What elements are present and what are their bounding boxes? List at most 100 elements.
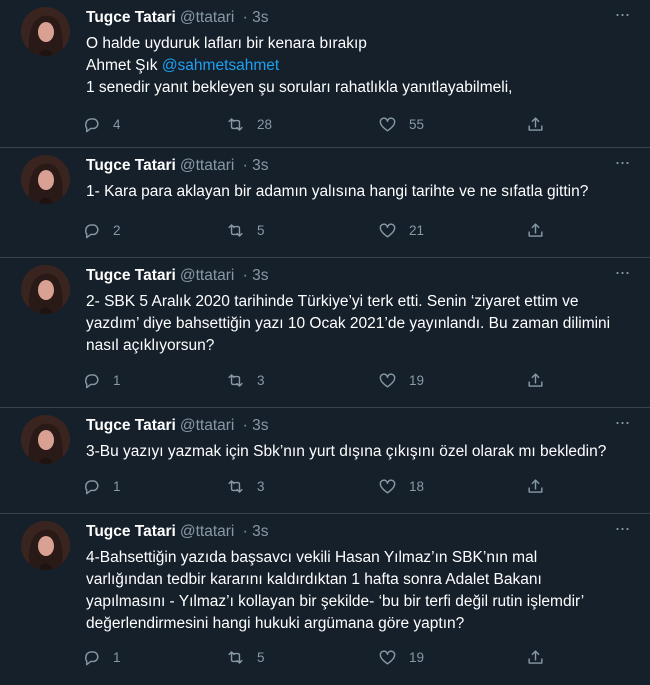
- tweet-text: 4-Bahsettiğin yazıda başsavcı vekili Has…: [86, 547, 631, 635]
- more-options-icon[interactable]: ···: [610, 413, 634, 436]
- retweet-icon: [228, 223, 243, 237]
- heart-icon: [379, 372, 396, 388]
- avatar[interactable]: [21, 265, 70, 314]
- tweet[interactable]: Tugce Tatari @ttatari · 3s ··· 1- Kara pa…: [0, 148, 650, 258]
- timestamp[interactable]: · 3s: [243, 267, 269, 284]
- like-button[interactable]: 18: [378, 476, 424, 496]
- display-name[interactable]: Tugce Tatari: [86, 417, 176, 434]
- reply-button[interactable]: 1: [82, 647, 121, 667]
- like-button[interactable]: 19: [378, 647, 424, 667]
- share-button[interactable]: [526, 220, 545, 240]
- more-options-icon[interactable]: ···: [610, 519, 634, 542]
- timestamp[interactable]: · 3s: [243, 417, 269, 434]
- tweet-line: Ahmet Şık @sahmetsahmet: [86, 55, 631, 77]
- reply-count: 2: [113, 222, 121, 238]
- like-count: 21: [409, 222, 425, 238]
- display-name[interactable]: Tugce Tatari: [86, 9, 176, 26]
- tweet-text: 1- Kara para aklayan bir adamın yalısına…: [86, 181, 631, 203]
- avatar[interactable]: [21, 7, 70, 56]
- retweet-count: 3: [257, 478, 265, 494]
- timestamp[interactable]: · 3s: [243, 523, 269, 540]
- tweet-line: varlığından tedbir kararını kaldırdıktan…: [86, 571, 542, 588]
- retweet-count: 28: [257, 116, 273, 132]
- retweet-button[interactable]: 3: [226, 476, 265, 496]
- like-count: 19: [409, 372, 425, 388]
- reply-button[interactable]: 1: [82, 476, 121, 496]
- share-button[interactable]: [526, 370, 545, 390]
- retweet-count: 5: [257, 649, 265, 665]
- like-button[interactable]: 55: [378, 114, 424, 134]
- reply-button[interactable]: 1: [82, 370, 121, 390]
- display-name[interactable]: Tugce Tatari: [86, 267, 176, 284]
- tweet-actions: 1 3 18: [82, 476, 552, 496]
- tweet-header: Tugce Tatari @ttatari · 3s: [86, 9, 269, 27]
- share-icon: [528, 222, 543, 237]
- share-button[interactable]: [526, 114, 545, 134]
- reply-button[interactable]: 4: [82, 114, 121, 134]
- retweet-icon: [228, 373, 243, 387]
- retweet-icon: [228, 479, 243, 493]
- display-name[interactable]: Tugce Tatari: [86, 157, 176, 174]
- like-count: 18: [409, 478, 425, 494]
- tweet-line: 4-Bahsettiğin yazıda başsavcı vekili Has…: [86, 549, 538, 566]
- user-handle[interactable]: @ttatari: [180, 9, 235, 26]
- heart-icon: [379, 478, 396, 494]
- tweet[interactable]: Tugce Tatari @ttatari · 3s ··· 2- SBK 5 A…: [0, 258, 650, 408]
- tweet-actions: 2 5 21: [82, 220, 552, 240]
- user-handle[interactable]: @ttatari: [180, 267, 235, 284]
- tweet-actions: 1 3 19: [82, 370, 552, 390]
- reply-icon: [85, 117, 99, 132]
- avatar[interactable]: [21, 415, 70, 464]
- timestamp[interactable]: · 3s: [243, 157, 269, 174]
- tweet-actions: 4 28 55: [82, 114, 552, 134]
- reply-icon: [85, 479, 99, 494]
- share-icon: [528, 478, 543, 493]
- share-button[interactable]: [526, 647, 545, 667]
- like-button[interactable]: 21: [378, 220, 424, 240]
- reply-count: 1: [113, 372, 121, 388]
- retweet-icon: [228, 117, 243, 131]
- tweet-line-text: Ahmet Şık: [86, 57, 162, 74]
- tweet-line: 1- Kara para aklayan bir adamın yalısına…: [86, 183, 589, 200]
- tweet-line: 3-Bu yazıyı yazmak için Sbk’nın yurt dış…: [86, 443, 607, 460]
- retweet-count: 5: [257, 222, 265, 238]
- user-handle[interactable]: @ttatari: [180, 417, 235, 434]
- retweet-button[interactable]: 28: [226, 114, 272, 134]
- tweet[interactable]: Tugce Tatari @ttatari · 3s ··· 4-Bahsetti…: [0, 514, 650, 685]
- reply-icon: [85, 373, 99, 388]
- retweet-button[interactable]: 5: [226, 647, 265, 667]
- like-button[interactable]: 19: [378, 370, 424, 390]
- retweet-button[interactable]: 3: [226, 370, 265, 390]
- more-options-icon[interactable]: ···: [610, 153, 634, 176]
- reply-icon: [85, 223, 99, 238]
- more-options-icon[interactable]: ···: [610, 263, 634, 286]
- avatar[interactable]: [21, 155, 70, 204]
- tweet-header: Tugce Tatari @ttatari · 3s: [86, 523, 269, 541]
- tweet-text: O halde uyduruk lafları bir kenara bırak…: [86, 33, 631, 99]
- timestamp[interactable]: · 3s: [243, 9, 269, 26]
- share-icon: [528, 116, 543, 131]
- tweet-line: yapılmasını - Yılmaz’ı kollayan bir şeki…: [86, 593, 585, 610]
- user-handle[interactable]: @ttatari: [180, 157, 235, 174]
- tweet-text: 2- SBK 5 Aralık 2020 tarihinde Türkiye’y…: [86, 291, 631, 357]
- retweet-count: 3: [257, 372, 265, 388]
- share-icon: [528, 372, 543, 387]
- user-handle[interactable]: @ttatari: [180, 523, 235, 540]
- tweet-actions: 1 5 19: [82, 647, 552, 667]
- tweet-header: Tugce Tatari @ttatari · 3s: [86, 417, 269, 435]
- tweet[interactable]: Tugce Tatari @ttatari · 3s ··· O halde uy…: [0, 0, 650, 148]
- like-count: 55: [409, 116, 425, 132]
- share-button[interactable]: [526, 476, 545, 496]
- more-options-icon[interactable]: ···: [610, 5, 634, 28]
- retweet-button[interactable]: 5: [226, 220, 265, 240]
- display-name[interactable]: Tugce Tatari: [86, 523, 176, 540]
- tweet-line: 2- SBK 5 Aralık 2020 tarihinde Türkiye’y…: [86, 293, 579, 310]
- tweet-line: değerlendirmesini hangi hukuki argümana …: [86, 615, 465, 632]
- reply-button[interactable]: 2: [82, 220, 121, 240]
- avatar[interactable]: [21, 521, 70, 570]
- mention-link[interactable]: @sahmetsahmet: [162, 57, 279, 74]
- retweet-icon: [228, 650, 243, 664]
- tweet-line: yazdım’ diye bahsettiğin yazı 10 Ocak 20…: [86, 315, 611, 332]
- tweet[interactable]: Tugce Tatari @ttatari · 3s ··· 3-Bu yazıy…: [0, 408, 650, 514]
- tweet-header: Tugce Tatari @ttatari · 3s: [86, 267, 269, 285]
